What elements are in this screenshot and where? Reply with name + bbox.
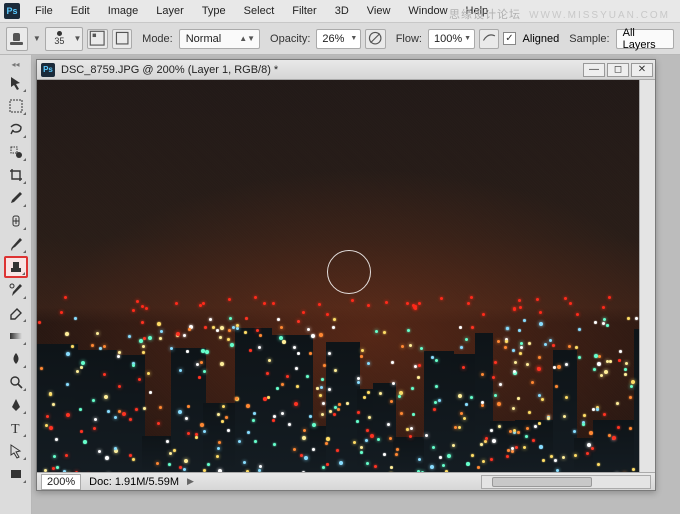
brush-panel-toggle[interactable] [87,29,107,49]
brush-cursor-icon [327,250,371,294]
pressure-opacity-icon[interactable] [365,29,385,49]
status-text: Doc: 1.91M/5.59M [89,476,179,488]
collapse-icon[interactable]: ◂◂ [5,59,27,69]
document-window: Ps DSC_8759.JPG @ 200% (Layer 1, RGB/8) … [36,59,656,491]
chevron-down-icon: ▲▼ [239,34,255,43]
chevron-down-icon: ▼ [464,35,471,42]
crop-tool[interactable] [4,164,28,186]
lasso-tool[interactable] [4,118,28,140]
aligned-checkbox[interactable]: ✓ [503,32,515,45]
dodge-tool[interactable] [4,371,28,393]
chevron-down-icon: ▼ [350,35,357,42]
opacity-value: 26% [322,33,348,45]
aligned-label: Aligned [523,33,560,45]
horizontal-scrollbar[interactable] [481,475,651,489]
healing-brush-tool[interactable] [4,210,28,232]
opacity-label: Opacity: [270,33,310,45]
canvas[interactable] [37,80,639,472]
flow-input[interactable]: 100% ▼ [428,29,475,49]
title-bar[interactable]: Ps DSC_8759.JPG @ 200% (Layer 1, RGB/8) … [37,60,655,80]
move-tool[interactable] [4,72,28,94]
eyedropper-tool[interactable] [4,187,28,209]
menu-window[interactable]: Window [399,1,456,21]
menu-edit[interactable]: Edit [62,1,99,21]
status-bar: 200% Doc: 1.91M/5.59M ▶ [37,472,655,490]
flow-value: 100% [434,33,462,45]
watermark-cn: 思缘设计论坛 [449,9,521,21]
tool-palette: ◂◂ T [0,55,32,514]
minimize-button[interactable]: — [583,63,605,77]
document-region: Ps DSC_8759.JPG @ 200% (Layer 1, RGB/8) … [32,55,680,514]
rectangle-tool[interactable] [4,463,28,485]
history-brush-tool[interactable] [4,279,28,301]
sample-label: Sample: [569,33,609,45]
pen-tool[interactable] [4,394,28,416]
mode-value: Normal [186,33,221,45]
gradient-tool[interactable] [4,325,28,347]
svg-text:T: T [11,422,20,436]
sample-value: All Layers [623,27,667,51]
eraser-tool[interactable] [4,302,28,324]
doc-logo-icon: Ps [41,63,55,77]
menu-3d[interactable]: 3D [326,1,358,21]
close-button[interactable]: ✕ [631,63,653,77]
maximize-button[interactable]: ◻ [607,63,629,77]
tool-preset-arrow-icon[interactable]: ▼ [32,27,41,51]
brush-settings-icon[interactable] [112,29,132,49]
document-title: DSC_8759.JPG @ 200% (Layer 1, RGB/8) * [61,64,581,76]
mode-select[interactable]: Normal ▲▼ [179,29,260,49]
brush-tool[interactable] [4,233,28,255]
opacity-input[interactable]: 26% ▼ [316,29,361,49]
marquee-tool[interactable] [4,95,28,117]
app-logo-icon: Ps [4,3,20,19]
menu-file[interactable]: File [26,1,62,21]
airbrush-icon[interactable] [479,29,499,49]
menu-layer[interactable]: Layer [147,1,193,21]
zoom-input[interactable]: 200% [41,474,81,490]
options-bar: ▼ 35 ▼ Mode: Normal ▲▼ Opacity: 26% ▼ Fl… [0,23,680,55]
status-arrow-icon[interactable]: ▶ [187,476,194,487]
mode-label: Mode: [142,33,173,45]
menu-image[interactable]: Image [99,1,148,21]
menu-view[interactable]: View [358,1,400,21]
chevron-down-icon: ▼ [72,27,82,51]
path-select-tool[interactable] [4,440,28,462]
menu-type[interactable]: Type [193,1,235,21]
brush-size: 35 [54,36,64,46]
blur-tool[interactable] [4,348,28,370]
menu-filter[interactable]: Filter [283,1,325,21]
tool-preset-picker[interactable] [6,27,28,51]
type-tool[interactable]: T [4,417,28,439]
watermark: 思缘设计论坛 WWW.MISSYUAN.COM [449,6,670,22]
sample-select[interactable]: All Layers [616,29,674,49]
clone-stamp-tool[interactable] [4,256,28,278]
stamp-icon [10,33,24,45]
menu-select[interactable]: Select [235,1,284,21]
vertical-scrollbar[interactable] [639,80,655,472]
brush-picker[interactable]: 35 ▼ [45,27,83,51]
quick-select-tool[interactable] [4,141,28,163]
watermark-url: WWW.MISSYUAN.COM [529,10,670,21]
flow-label: Flow: [396,33,422,45]
